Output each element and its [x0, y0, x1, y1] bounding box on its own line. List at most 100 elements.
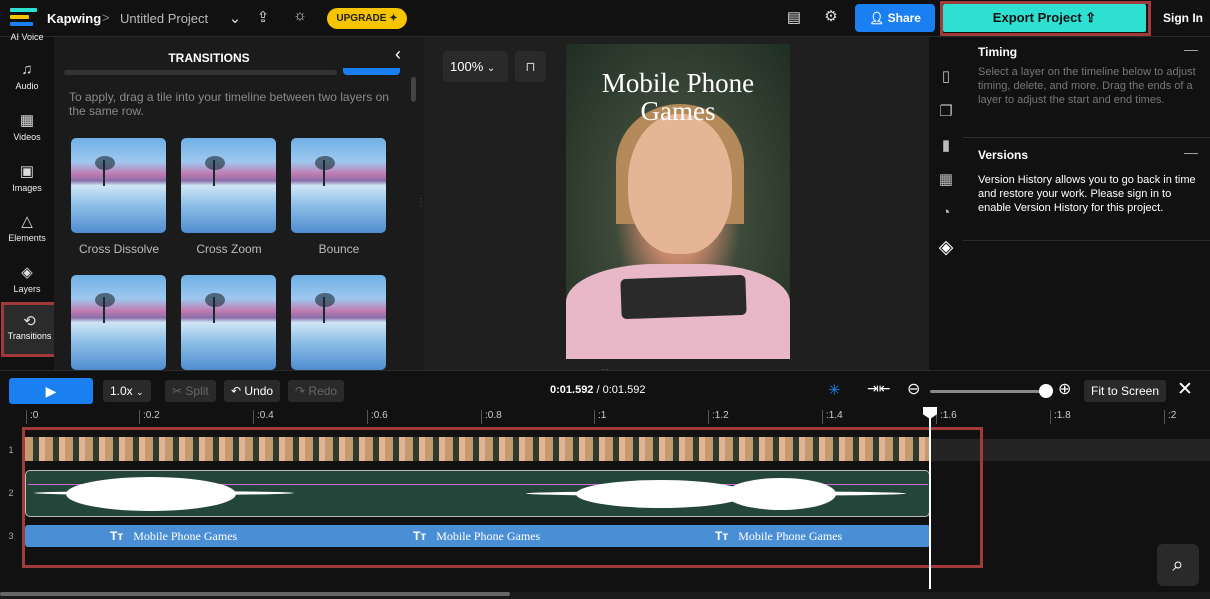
- transition-tile[interactable]: [291, 275, 386, 370]
- share-out-icon: ⇪: [1085, 10, 1097, 25]
- redo-label: Redo: [308, 384, 338, 398]
- project-title[interactable]: Untitled Project: [120, 11, 208, 26]
- sidebar-item-label: Transitions: [7, 331, 52, 341]
- upload-icon[interactable]: ⇪: [254, 8, 272, 26]
- grid-icon[interactable]: ▦: [929, 170, 963, 188]
- ruler-tick: :1.2: [708, 410, 729, 424]
- top-bar: Kapwing > Untitled Project ⌄ ⇪ ☼ UPGRADE…: [0, 0, 1210, 37]
- sign-in-link[interactable]: Sign In: [1163, 11, 1203, 25]
- lightbulb-icon[interactable]: ☼: [290, 7, 310, 24]
- unlock-icon[interactable]: ⊓: [515, 51, 546, 82]
- document-icon[interactable]: ▯: [929, 67, 963, 85]
- fit-arrows-icon[interactable]: ⇥⇤: [867, 380, 890, 397]
- close-icon[interactable]: ✕: [1177, 378, 1193, 401]
- share-button[interactable]: 👤︎ Share: [855, 4, 935, 32]
- upgrade-label: UPGRADE: [336, 13, 387, 24]
- zoom-out-icon[interactable]: ⊖: [907, 379, 920, 399]
- transition-tile-cross-dissolve[interactable]: [71, 138, 166, 233]
- zoom-select[interactable]: 100% ⌄: [443, 51, 508, 82]
- sidebar-item-label: Elements: [8, 233, 46, 243]
- sidebar-item-label: Videos: [13, 132, 41, 142]
- upgrade-button[interactable]: UPGRADE ✦: [327, 8, 407, 29]
- collapse-timing-icon[interactable]: —: [1184, 41, 1198, 57]
- canvas-area: 100% ⌄ ⊓ Mobile Phone Games ···: [424, 37, 929, 374]
- ruler-tick: :1: [594, 410, 606, 424]
- panel-scrollbar[interactable]: [411, 77, 416, 102]
- comment-icon[interactable]: ▤: [784, 8, 804, 26]
- sidebar-item-audio[interactable]: ♫ Audio: [0, 61, 54, 91]
- export-project-button[interactable]: Export Project ⇪: [943, 4, 1146, 32]
- film-icon: ▦: [19, 112, 35, 129]
- gear-icon[interactable]: ⚙: [821, 7, 841, 25]
- undo-label: Undo: [244, 384, 274, 398]
- sidebar-item-label: Layers: [13, 284, 41, 294]
- row-number: 1: [8, 445, 14, 455]
- magnet-snap-icon[interactable]: ✳: [828, 381, 841, 399]
- timeline-ruler[interactable]: :0 :0.2 :0.4 :0.6 :0.8 :1 :1.2 :1.4 :1.6…: [0, 407, 1210, 427]
- speed-value: 1.0x: [110, 384, 133, 398]
- sidebar-item-label: AI Voice: [10, 32, 44, 42]
- brand-name[interactable]: Kapwing: [47, 11, 101, 26]
- share-label: Share: [887, 11, 921, 25]
- transition-tile[interactable]: [181, 275, 276, 370]
- redo-button[interactable]: ↷ Redo: [288, 380, 345, 402]
- tile-label: Cross Dissolve: [78, 242, 159, 256]
- duplicate-icon[interactable]: ❐: [929, 102, 963, 120]
- preview-phone: [620, 274, 747, 320]
- play-button[interactable]: ▶: [9, 378, 93, 404]
- timeline-zoom-knob[interactable]: [1039, 384, 1053, 398]
- ruler-tick: :2: [1164, 410, 1176, 424]
- panel-hint: To apply, drag a tile into your timeline…: [69, 90, 389, 118]
- kapwing-logo[interactable]: [10, 8, 37, 28]
- panel-title: TRANSITIONS: [168, 51, 250, 65]
- timeline-scrollbar[interactable]: [0, 592, 510, 596]
- ruler-tick: :0.2: [139, 410, 160, 424]
- timer-icon[interactable]: ◔: [929, 204, 963, 221]
- right-panel: Timing — Select a layer on the timeline …: [963, 37, 1210, 370]
- search-icon: ⌕: [1172, 554, 1184, 576]
- sidebar-item-ai-voice[interactable]: AI Voice: [0, 32, 54, 42]
- scissors-icon: ✂: [172, 384, 183, 398]
- panel-tab-indicator: [343, 68, 400, 75]
- transition-tile[interactable]: [71, 275, 166, 370]
- timeline-zoom-slider[interactable]: [930, 390, 1047, 393]
- tile-label: Cross Zoom: [196, 242, 262, 256]
- sidebar-item-layers[interactable]: ◈ Layers: [0, 264, 54, 294]
- split-button[interactable]: ✂ Split: [165, 380, 216, 402]
- fit-to-screen-button[interactable]: Fit to Screen: [1084, 380, 1166, 402]
- sidebar-item-label: Images: [12, 183, 42, 193]
- split-label: Split: [185, 384, 209, 398]
- timeline-selection-highlight: [22, 427, 983, 568]
- video-title-text[interactable]: Mobile Phone Games: [566, 69, 790, 125]
- sidebar-item-transitions[interactable]: ⟲ Transitions: [1, 302, 58, 357]
- zoom-value: 100%: [450, 59, 484, 74]
- ruler-tick: :0.8: [481, 410, 502, 424]
- chevron-down-icon[interactable]: ⌄: [228, 9, 242, 27]
- playhead[interactable]: [929, 407, 931, 589]
- undo-icon: ↶: [231, 384, 242, 398]
- ruler-tick: :1.6: [936, 410, 957, 424]
- transitions-panel: TRANSITIONS ‹ To apply, drag a tile into…: [54, 37, 426, 370]
- video-preview[interactable]: Mobile Phone Games: [566, 44, 790, 359]
- search-button[interactable]: ⌕: [1157, 544, 1199, 586]
- layers-icon[interactable]: ◈: [929, 236, 963, 259]
- sidebar-item-images[interactable]: ▣ Images: [0, 163, 54, 193]
- transition-tile-bounce[interactable]: [291, 138, 386, 233]
- shapes-icon: △: [21, 213, 33, 230]
- chevron-down-icon: ⌄: [136, 387, 144, 397]
- undo-button[interactable]: ↶ Undo: [224, 380, 281, 402]
- sidebar-item-label: Audio: [15, 81, 39, 91]
- person-icon: 👤︎: [869, 11, 885, 25]
- timing-text: Select a layer on the timeline below to …: [978, 66, 1196, 106]
- zoom-in-icon[interactable]: ⊕: [1058, 379, 1071, 399]
- collapse-panel-icon[interactable]: ‹: [395, 44, 401, 65]
- image-icon: ▣: [19, 163, 35, 180]
- collapse-versions-icon[interactable]: —: [1184, 144, 1198, 160]
- speed-select[interactable]: 1.0x ⌄: [103, 380, 151, 402]
- play-icon: ▶: [45, 383, 57, 399]
- phone-icon[interactable]: ▮: [929, 136, 963, 154]
- tile-label: Bounce: [318, 242, 360, 256]
- sidebar-item-elements[interactable]: △ Elements: [0, 213, 54, 243]
- transition-tile-cross-zoom[interactable]: [181, 138, 276, 233]
- sidebar-item-videos[interactable]: ▦ Videos: [0, 112, 54, 142]
